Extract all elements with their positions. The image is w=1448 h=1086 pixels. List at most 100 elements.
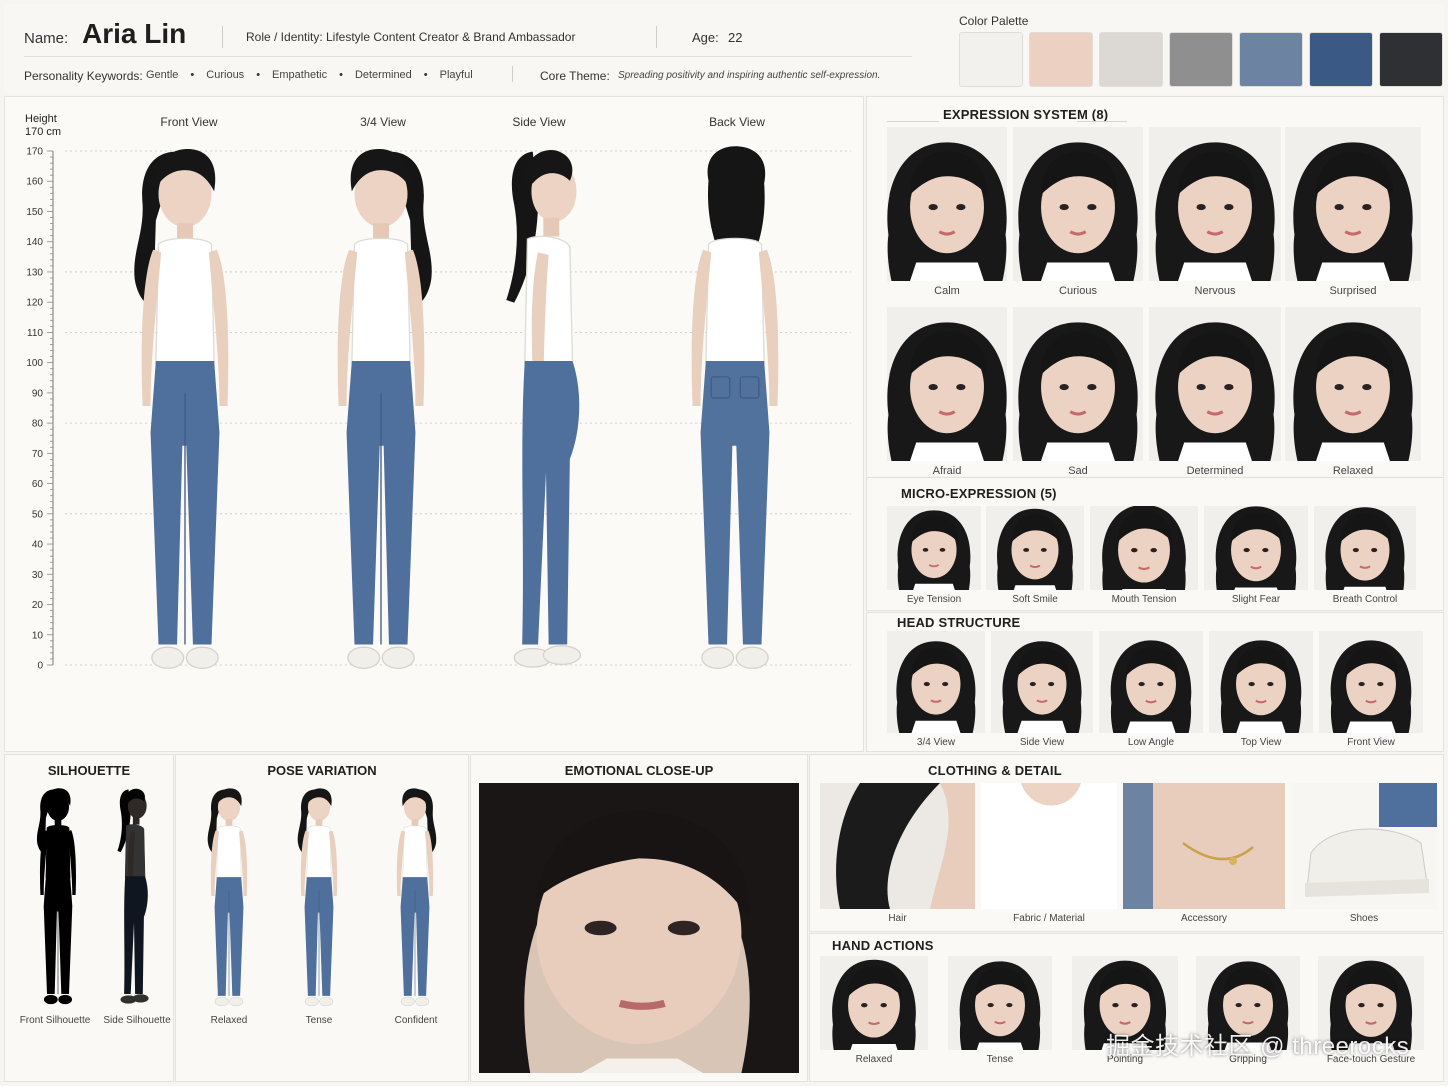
keyword: Curious bbox=[206, 69, 245, 81]
pose-variation-panel: POSE VARIATION Relaxed Tense Confident bbox=[175, 754, 469, 1082]
expression-nervous-label: Nervous bbox=[1194, 285, 1236, 297]
swatch-denim-light bbox=[1239, 32, 1303, 87]
micro-eye-tension-label: Eye Tension bbox=[906, 594, 962, 605]
age-label: Age: bbox=[692, 30, 719, 45]
hands-title: HAND ACTIONS bbox=[832, 938, 934, 953]
bullet: • bbox=[423, 69, 428, 81]
clothing-label: Fabric / Material bbox=[1013, 913, 1085, 924]
ruler-tick-label: 120 bbox=[26, 298, 43, 309]
swatch-light-gray bbox=[1099, 32, 1163, 87]
swatch-skin bbox=[1029, 32, 1093, 87]
head-title: HEAD STRUCTURE bbox=[897, 615, 1021, 630]
watermark: 掘金技术社区 @ threerocks bbox=[1106, 1033, 1410, 1060]
ruler-tick-label: 10 bbox=[32, 630, 44, 641]
head-structure-panel: HEAD STRUCTURE 3/4 View Side View Low Angl… bbox=[866, 612, 1444, 752]
expression-curious-tile bbox=[1013, 127, 1143, 281]
keyword: Playful bbox=[439, 69, 473, 81]
head-top-view-label: Top View bbox=[1240, 737, 1282, 748]
micro-slight-fear-label: Slight Fear bbox=[1231, 594, 1281, 605]
micro-soft-smile-label: Soft Smile bbox=[1012, 594, 1058, 605]
keywords-label: Personality Keywords: bbox=[24, 69, 143, 83]
expression-calm-label: Calm bbox=[934, 285, 960, 297]
bullet: • bbox=[339, 69, 343, 81]
bullet: • bbox=[190, 69, 195, 81]
hand-tense-tile bbox=[948, 956, 1052, 1050]
figure-three-quarter-view bbox=[336, 148, 433, 670]
expression-nervous-tile bbox=[1149, 127, 1281, 281]
portrait-image bbox=[820, 956, 928, 1050]
ruler-tick-label: 110 bbox=[27, 328, 43, 339]
pose-confident bbox=[396, 788, 437, 1007]
keyword: Determined bbox=[354, 69, 412, 81]
ruler-tick-label: 90 bbox=[32, 388, 44, 399]
closeup-title: EMOTIONAL CLOSE-UP bbox=[564, 763, 714, 778]
role-value: Lifestyle Content Creator & Brand Ambass… bbox=[326, 30, 576, 44]
ruler-tick-label: 20 bbox=[32, 600, 44, 611]
clothing-detail-panel: CLOTHING & DETAIL Hair Fabric / Material… bbox=[809, 754, 1444, 932]
expression-surprised-label: Surprised bbox=[1329, 285, 1377, 297]
portrait-image bbox=[1209, 631, 1313, 733]
ruler-tick-label: 150 bbox=[26, 207, 43, 218]
ruler-tick-label: 170 bbox=[26, 147, 43, 158]
detail-hair bbox=[820, 783, 975, 909]
swatch-gray bbox=[1169, 32, 1233, 87]
ruler-tick-label: 40 bbox=[32, 540, 44, 551]
ruler-tick-label: 0 bbox=[37, 661, 43, 672]
ruler-tick-label: 140 bbox=[26, 237, 43, 248]
expression-determined-tile bbox=[1149, 307, 1281, 461]
expression-afraid-tile bbox=[887, 307, 1007, 461]
expression-calm-tile bbox=[887, 127, 1007, 281]
header-divider bbox=[512, 66, 513, 82]
figure-back-view bbox=[690, 145, 780, 670]
header-divider bbox=[222, 26, 223, 48]
portrait-image bbox=[1149, 307, 1281, 461]
expression-sad-label: Sad bbox=[1068, 465, 1088, 476]
silhouette-title: SILHOUETTE bbox=[47, 763, 131, 778]
keywords-list: Gentle • Curious • Empathetic • Determined •… bbox=[146, 69, 473, 81]
head-3-4-view-tile bbox=[887, 631, 985, 733]
ruler-tick-label: 130 bbox=[26, 267, 43, 278]
expression-sad-tile bbox=[1013, 307, 1143, 461]
keyword: Gentle bbox=[146, 69, 179, 81]
portrait-image bbox=[986, 506, 1084, 590]
expression-curious-label: Curious bbox=[1059, 285, 1097, 297]
portrait-image bbox=[1013, 127, 1143, 281]
portrait-image bbox=[887, 631, 985, 733]
expression-panel: EXPRESSION SYSTEM (8) Calm Curious Nervous… bbox=[866, 96, 1444, 476]
view-label-side: Side View bbox=[512, 115, 566, 129]
role-label: Role / Identity: bbox=[246, 30, 323, 44]
portrait-image bbox=[1314, 506, 1416, 590]
ruler-tick-label: 60 bbox=[32, 479, 44, 490]
micro-soft-smile-tile bbox=[986, 506, 1084, 590]
silhouette-panel: SILHOUETTE Front Silhouette Side Silhoue… bbox=[4, 754, 174, 1082]
title-rule bbox=[1077, 121, 1127, 122]
micro-mouth-tension-label: Mouth Tension bbox=[1111, 594, 1177, 605]
accessory-image bbox=[1123, 783, 1254, 909]
expression-afraid-label: Afraid bbox=[932, 465, 962, 476]
swatch-denim-dark bbox=[1309, 32, 1373, 87]
view-label-back: Back View bbox=[709, 115, 765, 129]
portrait-image bbox=[1204, 506, 1308, 590]
silhouette-label: Side Silhouette bbox=[103, 1015, 171, 1026]
portrait-image bbox=[1319, 631, 1423, 733]
name-label: Name: bbox=[24, 30, 69, 47]
expression-determined-label: Determined bbox=[1186, 465, 1244, 476]
pose-tense bbox=[297, 788, 338, 1007]
portrait-image bbox=[948, 956, 1052, 1050]
expression-title: EXPRESSION SYSTEM (8) bbox=[943, 107, 1109, 122]
side-silhouette bbox=[117, 788, 149, 1004]
turnaround-panel: Height 170 cm 170 160 150 140 130 120 110 100 90… bbox=[4, 96, 864, 752]
ruler-tick-label: 160 bbox=[26, 177, 43, 188]
clothing-label: Accessory bbox=[1180, 913, 1228, 924]
head-front-view-label: Front View bbox=[1347, 737, 1395, 748]
portrait-image bbox=[1099, 631, 1203, 733]
head-low-angle-label: Low Angle bbox=[1127, 737, 1175, 748]
figure-front-view bbox=[133, 148, 230, 670]
head-front-view-tile bbox=[1319, 631, 1423, 733]
head-top-view-tile bbox=[1209, 631, 1313, 733]
pose-label: Tense bbox=[305, 1015, 333, 1026]
micro-breath-control-label: Breath Control bbox=[1332, 594, 1398, 605]
portrait-image bbox=[887, 307, 1007, 461]
portrait-image bbox=[1285, 307, 1421, 461]
core-theme-value: Spreading positivity and inspiring authe… bbox=[618, 70, 881, 81]
